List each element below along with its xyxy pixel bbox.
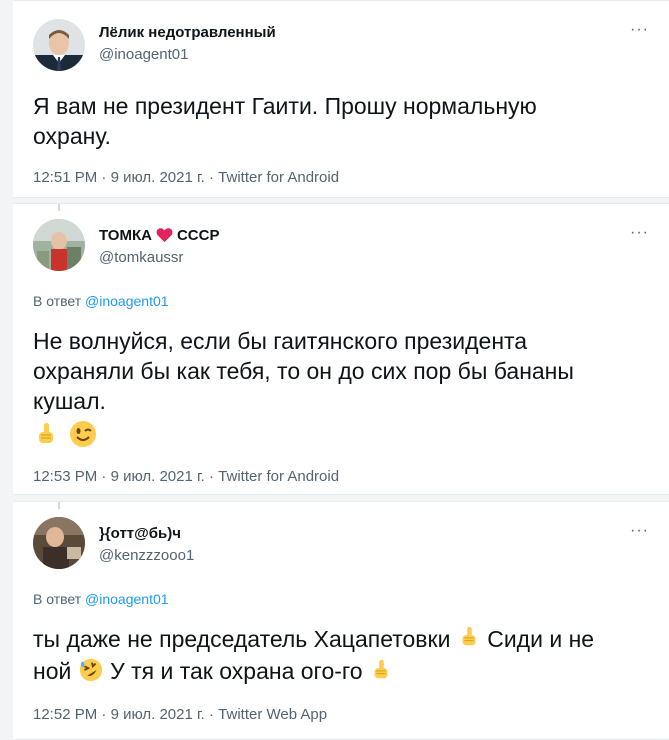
reply-context: В ответ @inoagent01: [33, 591, 169, 607]
tweet-text: ты даже не председатель Хацапетовки Сиди…: [33, 624, 647, 690]
meta-separator: ·: [204, 468, 219, 485]
tweet-text-line: кушал.: [33, 388, 106, 414]
tweet-text-part: ты даже не председатель Хацапетовки: [33, 626, 451, 652]
tweet-card[interactable]: }{отт@бь)ч @kenzzzooo1 ··· В ответ @inoa…: [13, 501, 669, 740]
meta-separator: ·: [204, 169, 219, 186]
rolling-laughing-emoji: [78, 657, 104, 690]
more-options-icon[interactable]: ···: [630, 21, 649, 39]
meta-separator: ·: [97, 169, 111, 186]
more-options-icon[interactable]: ···: [630, 224, 649, 242]
thread-connector: [58, 204, 60, 211]
tweet-date[interactable]: 9 июл. 2021 г.: [111, 169, 205, 186]
tweet-text-line: ты даже не председатель Хацапетовки Сиди…: [33, 624, 647, 656]
tweet-card[interactable]: Лёлик недотравленный @inoagent01 ··· Я в…: [13, 0, 669, 198]
reply-to-handle[interactable]: @inoagent01: [85, 293, 169, 309]
tweet-source[interactable]: Twitter for Android: [218, 468, 339, 485]
tweet-text-line: Не волнуйся, если бы гаитянского президе…: [33, 328, 528, 354]
tweet-date[interactable]: 9 июл. 2021 г.: [111, 706, 205, 723]
tweet-card[interactable]: ТОМКА СССР @tomkaussr ··· В ответ @inoage…: [13, 203, 669, 495]
avatar[interactable]: [33, 19, 85, 71]
winking-face-emoji: [69, 420, 97, 455]
meta-separator: ·: [204, 706, 219, 723]
red-heart-icon: [156, 227, 173, 247]
tweet-time[interactable]: 12:52 PM: [33, 706, 97, 723]
tweet-time[interactable]: 12:51 PM: [33, 169, 97, 186]
pointing-up-emoji: [33, 421, 59, 454]
user-handle[interactable]: @inoagent01: [99, 46, 188, 63]
user-display-name[interactable]: ТОМКА СССР: [99, 227, 219, 247]
tweet-meta: 12:52 PM · 9 июл. 2021 г. · Twitter Web …: [33, 706, 327, 723]
tweet-meta: 12:51 PM · 9 июл. 2021 г. · Twitter for …: [33, 169, 339, 186]
reply-to-handle[interactable]: @inoagent01: [85, 591, 169, 607]
tweet-text: Я вам не президент Гаити. Прошу нормальн…: [33, 91, 647, 151]
tweet-time[interactable]: 12:53 PM: [33, 468, 97, 485]
avatar[interactable]: [33, 517, 85, 569]
user-name-part: ТОМКА: [99, 227, 152, 244]
reply-context: В ответ @inoagent01: [33, 293, 169, 309]
user-handle[interactable]: @tomkaussr: [99, 249, 183, 266]
tweet-source[interactable]: Twitter for Android: [218, 169, 339, 186]
meta-separator: ·: [97, 468, 111, 485]
emoji-row: [33, 416, 647, 450]
reply-prefix: В ответ: [33, 591, 82, 607]
tweet-text-line: Я вам не президент Гаити. Прошу нормальн…: [33, 93, 537, 119]
reply-prefix: В ответ: [33, 293, 82, 309]
tweet-text-line: ной У тя и так охрана ого-го: [33, 656, 647, 689]
tweet-text-line: охрану.: [33, 123, 111, 149]
tweet-source[interactable]: Twitter Web App: [218, 706, 327, 723]
tweet-text-part: ной: [33, 658, 72, 685]
tweet-date[interactable]: 9 июл. 2021 г.: [111, 468, 205, 485]
user-display-name[interactable]: Лёлик недотравленный: [99, 24, 276, 41]
avatar[interactable]: [33, 219, 85, 271]
tweet-text: Не волнуйся, если бы гаитянского президе…: [33, 326, 647, 450]
user-display-name[interactable]: }{отт@бь)ч: [99, 525, 181, 542]
tweet-text-part: Сиди и не: [487, 626, 595, 652]
user-handle[interactable]: @kenzzzooo1: [99, 547, 194, 564]
meta-separator: ·: [97, 706, 111, 723]
pointing-up-emoji: [457, 625, 481, 656]
tweet-text-part: У тя и так охрана ого-го: [110, 658, 363, 685]
tweet-text-line: охраняли бы как тебя, то он до сих пор б…: [33, 358, 574, 384]
tweet-meta: 12:53 PM · 9 июл. 2021 г. · Twitter for …: [33, 468, 339, 485]
thread-connector: [58, 502, 60, 509]
user-name-part: СССР: [176, 227, 220, 244]
more-options-icon[interactable]: ···: [630, 522, 649, 540]
pointing-up-emoji: [369, 658, 393, 689]
